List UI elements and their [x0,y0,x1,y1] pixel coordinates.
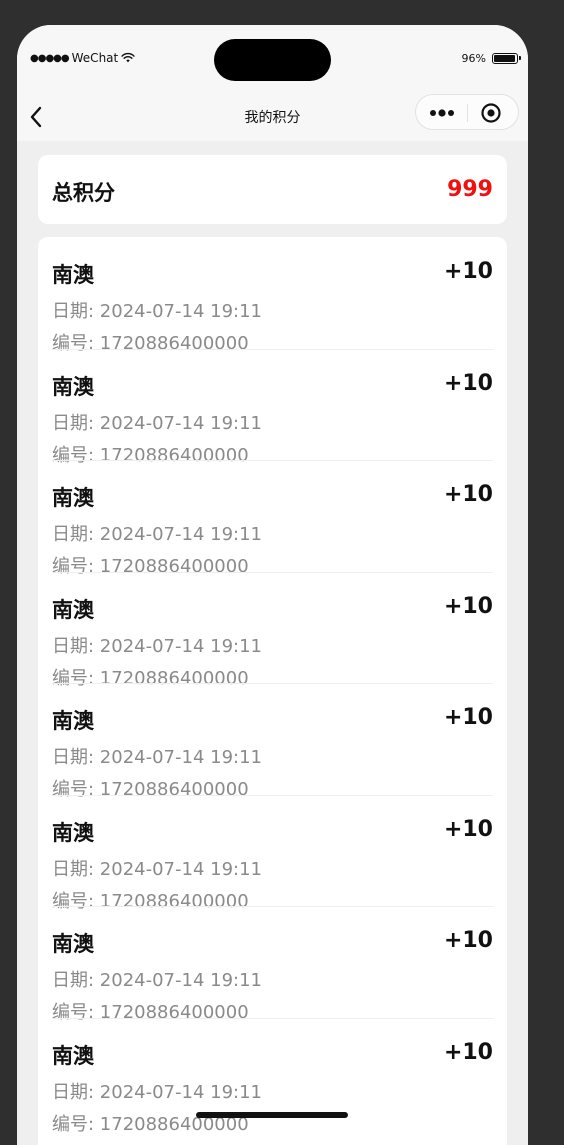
record-date: 日期: 2024-07-14 19:11 [52,747,262,768]
record-points: +10 [443,482,493,507]
record-date: 日期: 2024-07-14 19:11 [52,524,262,545]
record-date: 日期: 2024-07-14 19:11 [52,412,262,434]
battery-icon [492,53,521,64]
record-name: 南澳 [52,597,94,622]
battery-percent: 96% [461,52,486,65]
total-points-value: 999 [447,177,493,202]
battery-fill [494,55,516,62]
total-points-label: 总积分 [52,181,115,205]
record-date: 日期: 2024-07-14 19:11 [52,858,262,880]
record-name: 南澳 [52,709,94,733]
wifi-icon [121,52,135,63]
record-date: 日期: 2024-07-14 19:11 [52,1081,262,1103]
list-item[interactable]: 南澳 +10 日期: 2024-07-14 19:11 编号: 17208864… [52,906,493,1023]
phone-frame: ●●●●● WeChat 96% 我的积分 总积分 999 南澳 +10 日期:… [17,25,528,1145]
list-item[interactable]: 南澳 +10 日期: 2024-07-14 19:11 编号: 17208864… [52,460,493,577]
record-points: +10 [443,1039,493,1065]
record-name: 南澳 [52,486,94,510]
list-item[interactable]: 南澳 +10 日期: 2024-07-14 19:11 编号: 17208864… [52,795,493,912]
record-points: +10 [443,816,493,842]
record-points: +10 [443,928,493,953]
status-right: 96% [461,52,521,65]
record-name: 南澳 [52,820,94,845]
status-bar: ●●●●● WeChat 96% [17,25,528,93]
record-points: +10 [443,370,493,396]
points-records-list: 南澳 +10 日期: 2024-07-14 19:11 编号: 17208864… [38,237,507,1145]
list-item[interactable]: 南澳 +10 日期: 2024-07-14 19:11 编号: 17208864… [52,572,493,689]
signal-dots: ●●●●● [30,52,70,64]
record-points: +10 [443,259,493,284]
list-item[interactable]: 南澳 +10 日期: 2024-07-14 19:11 编号: 17208864… [52,237,493,354]
camera-notch [214,39,331,81]
capsule-divider [467,104,468,122]
record-name: 南澳 [52,932,94,956]
carrier-label: WeChat [71,51,119,65]
record-name: 南澳 [52,263,94,287]
record-name: 南澳 [52,1043,94,1068]
navigation-bar: 我的积分 [17,93,528,141]
list-item[interactable]: 南澳 +10 日期: 2024-07-14 19:11 编号: 17208864… [52,349,493,466]
status-left: ●●●●● WeChat [30,51,135,65]
miniprogram-capsule [415,94,519,130]
total-points-card: 总积分 999 [38,155,507,224]
record-points: +10 [443,593,493,619]
home-indicator [196,1112,348,1118]
list-item[interactable]: 南澳 +10 日期: 2024-07-14 19:11 编号: 17208864… [52,683,493,800]
record-date: 日期: 2024-07-14 19:11 [52,635,262,657]
record-date: 日期: 2024-07-14 19:11 [52,970,262,991]
record-date: 日期: 2024-07-14 19:11 [52,301,262,322]
more-dots-icon[interactable] [428,103,456,123]
record-name: 南澳 [52,374,94,399]
record-points: +10 [443,705,493,730]
close-miniprogram-icon[interactable] [480,102,502,124]
